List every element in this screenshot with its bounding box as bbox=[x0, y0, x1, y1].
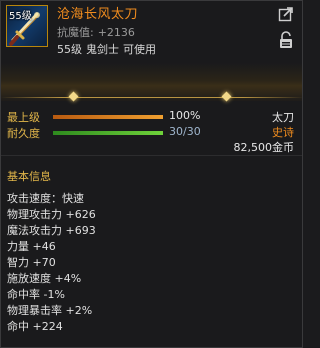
max-level-bar bbox=[53, 115, 163, 119]
item-name: 沧海长风太刀 bbox=[57, 7, 139, 22]
requirement-line: 55级 鬼剑士 可使用 bbox=[57, 41, 160, 57]
anti-magic-label: 抗魔值: bbox=[57, 26, 94, 39]
max-level-label: 最上级 bbox=[7, 111, 40, 124]
item-rarity: 史诗 bbox=[272, 126, 294, 139]
lock-icon[interactable] bbox=[279, 31, 293, 49]
attribute-item: 命中 +224 bbox=[7, 320, 63, 333]
item-price: 82,500金币 bbox=[233, 141, 295, 154]
durability-label: 耐久度 bbox=[7, 127, 40, 140]
item-type: 太刀 bbox=[272, 111, 294, 124]
item-level-badge: 55级 bbox=[9, 11, 32, 22]
tooltip-header: 55级 沧海长风太刀 抗魔值: +2136 55级 鬼剑士 可使用 bbox=[1, 1, 302, 63]
attribute-item: 物理暴击率 +2% bbox=[7, 304, 93, 317]
max-level-bar-fill bbox=[53, 115, 163, 119]
item-tooltip: 55级 沧海长风太刀 抗魔值: +2136 55级 鬼剑士 可使用 最上级 100% … bbox=[0, 0, 303, 348]
required-class: 鬼剑士 bbox=[86, 43, 119, 56]
durability-bar-fill bbox=[53, 131, 163, 135]
attribute-item: 智力 +70 bbox=[7, 256, 56, 269]
attribute-item: 魔法攻击力 +693 bbox=[7, 224, 96, 237]
decorative-line bbox=[1, 97, 302, 98]
durability-bar bbox=[53, 131, 163, 135]
decorative-band bbox=[1, 63, 302, 101]
anti-magic-value: +2136 bbox=[97, 26, 135, 39]
durability-value: 30/30 bbox=[169, 125, 201, 138]
attribute-item: 施放速度 +4% bbox=[7, 272, 82, 285]
share-icon[interactable] bbox=[278, 6, 294, 22]
required-level: 55级 bbox=[57, 43, 82, 56]
max-level-value: 100% bbox=[169, 109, 201, 122]
attribute-list: 攻击速度：快速 物理攻击力 +626 魔法攻击力 +693 力量 +46 智力 … bbox=[7, 191, 96, 335]
attribute-item: 物理攻击力 +626 bbox=[7, 208, 96, 221]
usable-status: 可使用 bbox=[123, 43, 156, 56]
section-divider bbox=[1, 155, 302, 156]
attribute-item: 力量 +46 bbox=[7, 240, 56, 253]
attribute-item: 攻击速度：快速 bbox=[7, 192, 84, 205]
item-icon[interactable]: 55级 bbox=[6, 5, 48, 47]
basic-info-title: 基本信息 bbox=[7, 170, 51, 183]
anti-magic-row: 抗魔值: +2136 bbox=[57, 24, 135, 40]
attribute-item: 命中率 -1% bbox=[7, 288, 65, 301]
